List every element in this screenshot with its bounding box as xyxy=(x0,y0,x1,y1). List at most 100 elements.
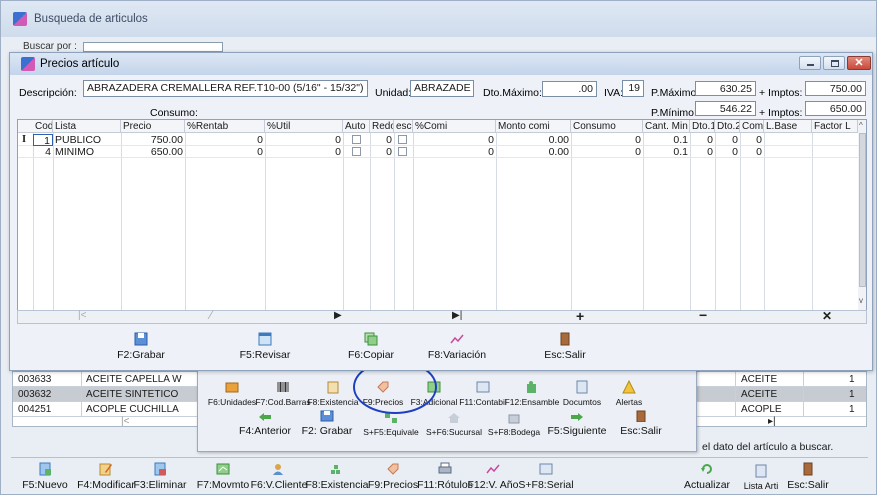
popup-salir-button[interactable]: Esc:Salir xyxy=(617,409,665,437)
cell-rentab[interactable]: 0 xyxy=(185,146,265,158)
scroll-up-icon[interactable]: ^ xyxy=(859,121,863,130)
unidades-button[interactable]: F6:Unidades xyxy=(208,371,256,407)
vcliente-button[interactable]: F6:V.Cliente xyxy=(251,461,307,491)
nav-insert-icon[interactable]: + xyxy=(576,308,584,324)
cell-precio[interactable]: 650.00 xyxy=(121,146,185,158)
descripcion-field[interactable]: ABRAZADERA CREMALLERA REF.T10-00 (5/16" … xyxy=(83,80,368,97)
cell-precio[interactable]: 750.00 xyxy=(121,134,185,146)
cell-dto2[interactable]: 0 xyxy=(715,146,740,158)
ensamble-button[interactable]: F12:Ensamble xyxy=(505,371,559,407)
eliminar-button[interactable]: F3:Eliminar xyxy=(133,461,187,491)
col-dto1[interactable]: Dto.1 xyxy=(690,120,715,133)
existencia-popup-button[interactable]: F8:Existencia xyxy=(307,371,359,407)
cell-rentab[interactable]: 0 xyxy=(185,134,265,146)
table-row[interactable]: I 1 PUBLICO 750.00 0 0 0 0 0.00 0 0.1 0 … xyxy=(18,134,858,146)
cell-cod[interactable]: 1 xyxy=(33,134,53,146)
cell-dto1[interactable]: 0 xyxy=(690,134,715,146)
vertical-scrollbar[interactable]: ^ v xyxy=(858,120,866,310)
col-lista[interactable]: Lista xyxy=(53,120,121,133)
siguiente-button[interactable]: F5:Siguiente xyxy=(548,409,606,437)
dto-maximo-field[interactable]: .00 xyxy=(542,81,597,97)
p-minimo-imptos-field[interactable]: 650.00 xyxy=(805,101,866,116)
p-maximo-imptos-field[interactable]: 750.00 xyxy=(805,81,866,96)
col-comi[interactable]: %Comi xyxy=(413,120,496,133)
nav-last-icon[interactable]: ▸| xyxy=(768,416,776,427)
cell-cant-min[interactable]: 0.1 xyxy=(643,146,690,158)
col-esca[interactable]: esca xyxy=(394,120,413,133)
cell-consumo[interactable]: 0 xyxy=(571,146,643,158)
bodega-button[interactable]: S+F8:Bodega xyxy=(487,409,541,437)
cell-lista[interactable]: PUBLICO xyxy=(53,134,121,146)
cell-com[interactable]: 0 xyxy=(740,146,764,158)
nav-next-icon[interactable]: ▶ xyxy=(334,310,342,321)
cell-com[interactable]: 0 xyxy=(740,134,764,146)
esca-checkbox[interactable] xyxy=(398,147,407,156)
scroll-down-icon[interactable]: v xyxy=(859,296,863,305)
unidad-field[interactable]: ABRAZADE xyxy=(410,80,474,97)
nav-prior-icon[interactable]: ⁄ xyxy=(210,308,212,322)
contabil-button[interactable]: F11:Contabil xyxy=(459,371,507,407)
lista-arti-button[interactable]: Lista Arti xyxy=(738,461,784,491)
variacion-button[interactable]: F8:Variación xyxy=(427,329,487,361)
cell-util[interactable]: 0 xyxy=(265,134,343,146)
alertas-button[interactable]: Alertas xyxy=(609,371,649,407)
actualizar-button[interactable]: Actualizar xyxy=(684,461,730,491)
cell-cod[interactable]: 4 xyxy=(33,146,53,158)
nav-cancel-icon[interactable]: ✕ xyxy=(822,309,832,323)
cell-monto-comi[interactable]: 0.00 xyxy=(496,146,571,158)
minimize-button[interactable] xyxy=(799,56,821,70)
cell-dto1[interactable]: 0 xyxy=(690,146,715,158)
documentos-button[interactable]: Documtos xyxy=(560,371,604,407)
col-monto-comi[interactable]: Monto comi xyxy=(496,120,571,133)
col-comi2[interactable]: Com.I xyxy=(740,120,764,133)
nav-last-icon[interactable]: ▶| xyxy=(452,310,462,321)
col-rentab[interactable]: %Rentab xyxy=(185,120,265,133)
esca-checkbox[interactable] xyxy=(398,135,407,144)
cell-consumo[interactable]: 0 xyxy=(571,134,643,146)
nav-delete-icon[interactable]: − xyxy=(699,307,707,323)
existencia-button[interactable]: F8:Existencia xyxy=(305,461,369,491)
cell-util[interactable]: 0 xyxy=(265,146,343,158)
cell-comi[interactable]: 0 xyxy=(413,134,496,146)
col-cod[interactable]: Cod xyxy=(33,120,53,133)
salir-button[interactable]: Esc:Salir xyxy=(540,329,590,361)
p-minimo-field[interactable]: 546.22 xyxy=(695,101,756,116)
col-cant-min[interactable]: Cant. Min xyxy=(643,120,690,133)
buscar-input[interactable] xyxy=(83,42,223,52)
anterior-button[interactable]: F4:Anterior xyxy=(239,409,291,437)
cell-comi[interactable]: 0 xyxy=(413,146,496,158)
close-button[interactable]: ✕ xyxy=(847,56,871,70)
nav-first-icon[interactable]: |< xyxy=(78,310,86,321)
cell-redo[interactable]: 0 xyxy=(370,134,394,146)
precios-button[interactable]: F9:Precios xyxy=(368,461,418,491)
rotulos-button[interactable]: F11:Rótulos xyxy=(417,461,473,491)
col-consumo[interactable]: Consumo xyxy=(571,120,643,133)
col-lbase[interactable]: L.Base xyxy=(764,120,812,133)
vano-button[interactable]: F12:V. Año xyxy=(468,461,519,491)
outer-salir-button[interactable]: Esc:Salir xyxy=(785,461,831,491)
col-auto[interactable]: Auto xyxy=(343,120,370,133)
auto-checkbox[interactable] xyxy=(352,147,361,156)
serial-button[interactable]: S+F8:Serial xyxy=(518,461,574,491)
cell-monto-comi[interactable]: 0.00 xyxy=(496,134,571,146)
cell-dto2[interactable]: 0 xyxy=(715,134,740,146)
cell-cant-min[interactable]: 0.1 xyxy=(643,134,690,146)
scroll-thumb[interactable] xyxy=(859,133,866,287)
cell-redo[interactable]: 0 xyxy=(370,146,394,158)
col-factor[interactable]: Factor L xyxy=(812,120,858,133)
col-precio[interactable]: Precio xyxy=(121,120,185,133)
grabar-popup-button[interactable]: F2: Grabar xyxy=(302,409,352,437)
cell-lista[interactable]: MINIMO xyxy=(53,146,121,158)
codbarras-button[interactable]: F7:Cod.Barras xyxy=(255,371,311,407)
maximize-button[interactable] xyxy=(823,56,845,70)
col-util[interactable]: %Util xyxy=(265,120,343,133)
iva-field[interactable]: 19 xyxy=(622,80,644,97)
nav-first-icon[interactable]: |< xyxy=(121,416,129,427)
auto-checkbox[interactable] xyxy=(352,135,361,144)
revisar-button[interactable]: F5:Revisar xyxy=(238,329,292,361)
p-maximo-field[interactable]: 630.25 xyxy=(695,81,756,96)
copiar-button[interactable]: F6:Copiar xyxy=(346,329,396,361)
grabar-button[interactable]: F2:Grabar xyxy=(116,329,166,361)
nuevo-button[interactable]: F5:Nuevo xyxy=(22,461,68,491)
col-redo[interactable]: Redo xyxy=(370,120,394,133)
